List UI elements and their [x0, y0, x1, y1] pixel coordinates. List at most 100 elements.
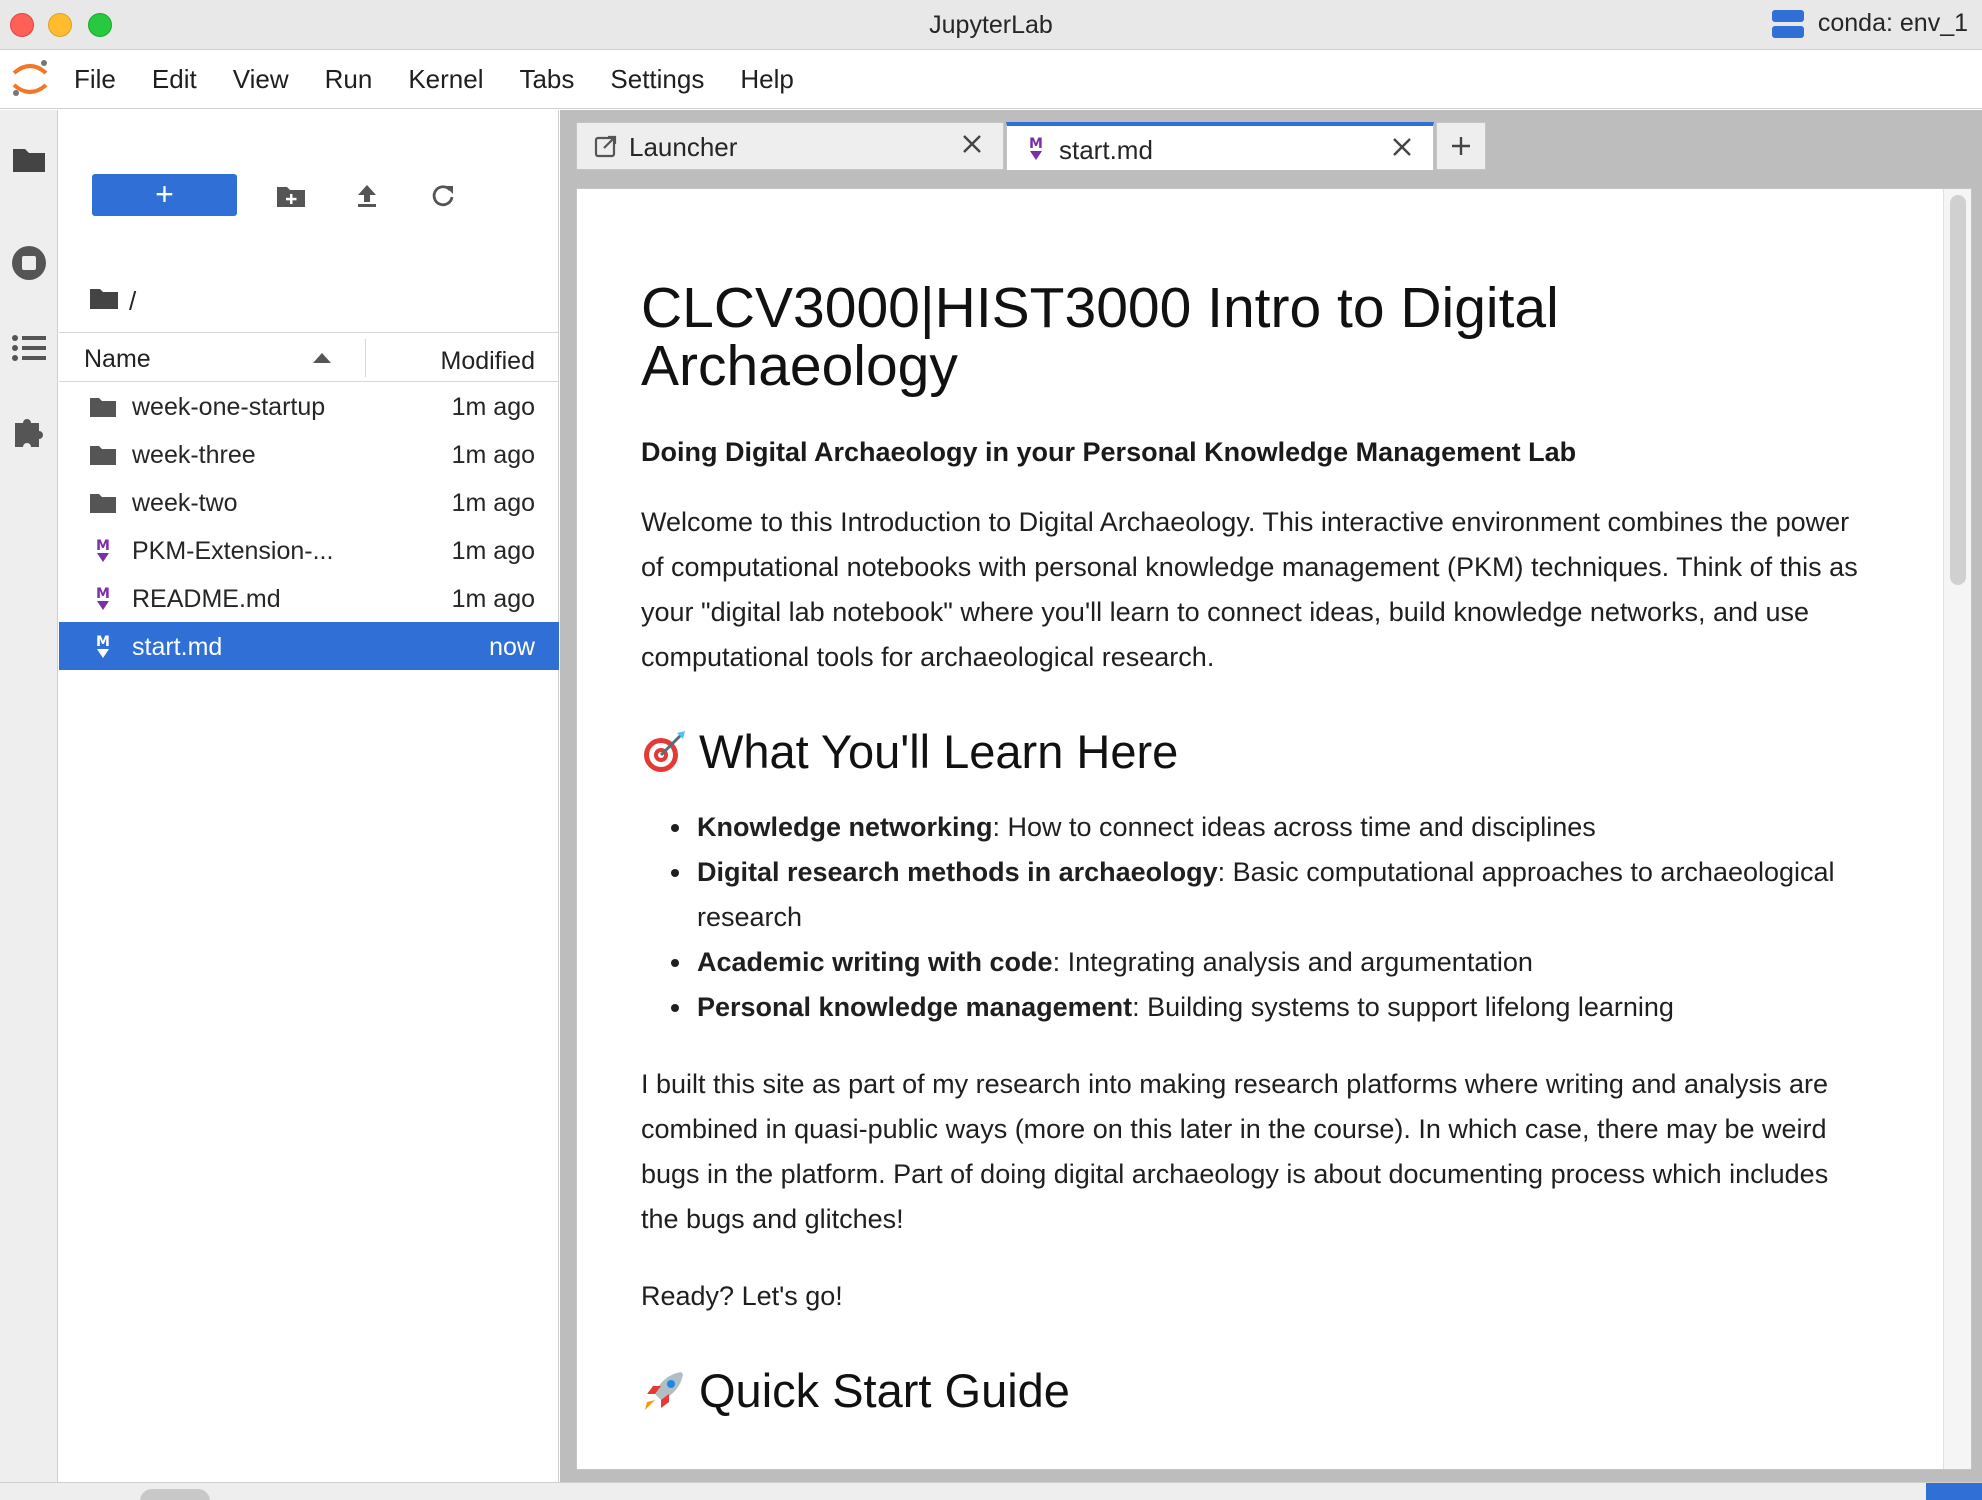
menu-file[interactable]: File	[56, 64, 134, 95]
vertical-scrollbar[interactable]	[1943, 189, 1971, 1469]
column-modified-header[interactable]: Modified	[441, 347, 536, 376]
close-icon[interactable]	[959, 131, 985, 157]
document-subtitle: Doing Digital Archaeology in your Person…	[641, 437, 1577, 467]
file-modified: now	[489, 633, 535, 661]
file-modified: 1m ago	[451, 537, 535, 565]
menu-tabs[interactable]: Tabs	[501, 64, 592, 95]
svg-text:M: M	[1029, 136, 1043, 152]
status-bar	[0, 1482, 1982, 1500]
intro-paragraph: Welcome to this Introduction to Digital …	[641, 507, 1858, 672]
home-folder-icon[interactable]	[89, 286, 119, 317]
file-browser-toolbar: +	[59, 174, 559, 222]
section-quick-start: Quick Start Guide	[641, 1363, 1871, 1418]
file-list-header: Name Modified	[59, 332, 559, 382]
tab-label: start.md	[1059, 135, 1153, 165]
file-name: week-three	[132, 441, 256, 469]
kernel-env-indicator[interactable]: conda: env_1	[1771, 9, 1968, 38]
list-item: Digital research methods in archaeology:…	[671, 850, 1871, 940]
markdown-icon: M	[89, 633, 117, 661]
folder-icon	[89, 441, 117, 469]
menu-help[interactable]: Help	[722, 64, 811, 95]
running-icon[interactable]	[6, 240, 52, 286]
menu-view[interactable]: View	[215, 64, 307, 95]
list-item: Academic writing with code: Integrating …	[671, 940, 1871, 985]
menu-run[interactable]: Run	[307, 64, 391, 95]
list-item-text: : How to connect ideas across time and d…	[992, 812, 1596, 842]
folder-icon[interactable]	[6, 136, 52, 182]
new-launcher-button[interactable]: +	[92, 174, 237, 216]
file-name: PKM-Extension-...	[132, 537, 334, 565]
document-title: CLCV3000|HIST3000 Intro to Digital Archa…	[641, 276, 1559, 398]
document-content: CLCV3000|HIST3000 Intro to Digital Archa…	[641, 279, 1871, 1418]
column-divider[interactable]	[365, 339, 366, 377]
markdown-icon: M	[89, 585, 117, 613]
file-row-week-one-startup[interactable]: week-one-startup 1m ago	[59, 382, 559, 430]
file-name: README.md	[132, 585, 281, 613]
file-row-week-three[interactable]: week-three 1m ago	[59, 430, 559, 478]
menu-edit[interactable]: Edit	[134, 64, 215, 95]
notification-button[interactable]	[1926, 1483, 1982, 1500]
list-item-term: Knowledge networking	[697, 812, 993, 842]
file-modified: 1m ago	[451, 489, 535, 517]
sort-ascending-icon[interactable]	[313, 353, 331, 363]
kernel-env-label: conda: env_1	[1817, 9, 1968, 37]
column-name-header[interactable]: Name	[84, 345, 151, 374]
new-folder-icon[interactable]	[273, 180, 309, 212]
folder-icon	[89, 393, 117, 421]
menu-kernel[interactable]: Kernel	[390, 64, 501, 95]
extension-icon[interactable]	[6, 408, 52, 454]
scrollbar-thumb[interactable]	[1950, 195, 1966, 585]
list-item-text: : Building systems to support lifelong l…	[1132, 992, 1674, 1022]
section-heading-text: Quick Start Guide	[699, 1364, 1070, 1417]
markdown-icon: M	[89, 537, 117, 565]
tab-label: Launcher	[629, 132, 738, 162]
menu-bar: File Edit View Run Kernel Tabs Settings …	[0, 50, 1982, 109]
list-item-term: Digital research methods in archaeology	[697, 857, 1218, 887]
file-modified: 1m ago	[451, 441, 535, 469]
tab-bar: Launcher M start.md	[576, 122, 1486, 170]
file-row-start[interactable]: M start.md now	[59, 622, 559, 670]
file-name: week-one-startup	[132, 393, 326, 421]
refresh-icon[interactable]	[425, 180, 461, 212]
simple-mode-toggle[interactable]	[140, 1489, 210, 1500]
breadcrumb: /	[89, 286, 136, 317]
new-tab-plus-icon[interactable]	[1436, 122, 1486, 170]
rocket-icon	[641, 1368, 687, 1414]
folder-icon	[89, 489, 117, 517]
file-browser: + / Name Modified week-one-startup 1m ag…	[59, 110, 559, 1482]
svg-text:M: M	[96, 538, 110, 554]
ready-paragraph: Ready? Let's go!	[641, 1281, 843, 1311]
markdown-icon: M	[1023, 136, 1049, 162]
server-icon	[1771, 9, 1804, 38]
svg-text:M: M	[96, 634, 110, 650]
toc-icon[interactable]	[6, 325, 52, 371]
close-icon[interactable]	[1389, 134, 1415, 160]
learning-list: Knowledge networking: How to connect ide…	[641, 805, 1871, 1030]
file-name: start.md	[132, 633, 223, 661]
upload-icon[interactable]	[349, 180, 385, 212]
list-item: Knowledge networking: How to connect ide…	[671, 805, 1871, 850]
list-item: Personal knowledge management: Building …	[671, 985, 1871, 1030]
activity-bar	[0, 110, 58, 1482]
markdown-preview: CLCV3000|HIST3000 Intro to Digital Archa…	[576, 188, 1972, 1470]
file-row-week-two[interactable]: week-two 1m ago	[59, 478, 559, 526]
platform-paragraph: I built this site as part of my research…	[641, 1069, 1829, 1234]
list-item-term: Personal knowledge management	[697, 992, 1133, 1022]
menu-settings[interactable]: Settings	[592, 64, 722, 95]
file-row-pkm-extension[interactable]: M PKM-Extension-... 1m ago	[59, 526, 559, 574]
target-icon	[641, 729, 687, 775]
tab-launcher[interactable]: Launcher	[576, 122, 1004, 170]
file-name: week-two	[132, 489, 238, 517]
window-title: JupyterLab	[929, 11, 1053, 39]
launcher-icon	[593, 133, 619, 159]
svg-text:M: M	[96, 586, 110, 602]
list-item-text: : Integrating analysis and argumentation	[1052, 947, 1533, 977]
file-row-readme[interactable]: M README.md 1m ago	[59, 574, 559, 622]
section-heading-text: What You'll Learn Here	[699, 725, 1179, 778]
file-modified: 1m ago	[451, 585, 535, 613]
breadcrumb-path[interactable]: /	[129, 286, 136, 317]
file-list: week-one-startup 1m ago week-three 1m ag…	[59, 382, 559, 670]
tab-start-md[interactable]: M start.md	[1006, 122, 1434, 170]
file-modified: 1m ago	[451, 393, 535, 421]
jupyter-logo-icon	[4, 53, 56, 105]
